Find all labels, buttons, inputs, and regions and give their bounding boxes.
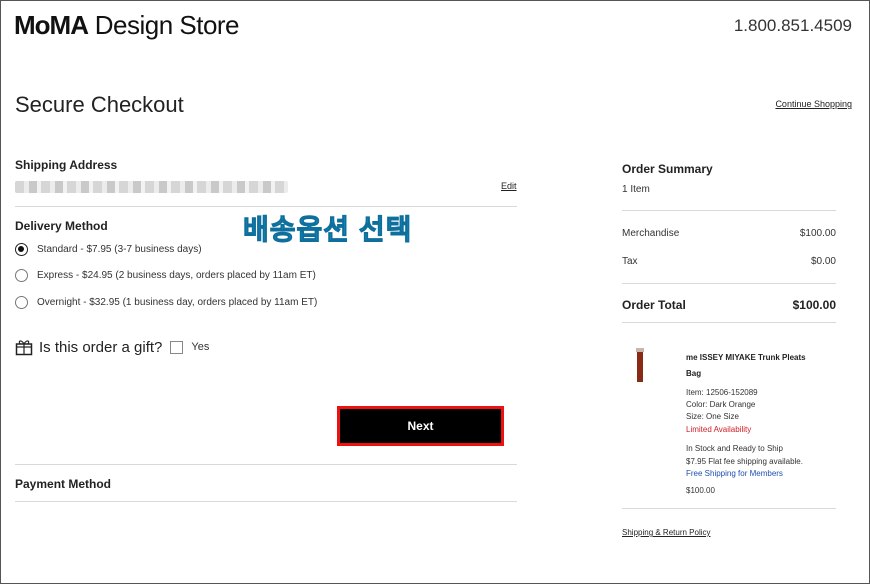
divider — [622, 283, 836, 284]
merchandise-label: Merchandise — [622, 228, 680, 239]
product-item-number: Item: 12506-152089 — [686, 388, 758, 397]
delivery-method-label: Delivery Method — [15, 219, 108, 233]
gift-checkbox-label: Yes — [191, 341, 210, 353]
divider — [622, 322, 836, 323]
gift-icon — [15, 340, 33, 356]
product-price: $100.00 — [686, 486, 715, 495]
gift-checkbox[interactable] — [170, 340, 184, 354]
stock-status: In Stock and Ready to Ship — [686, 444, 783, 453]
page-title: Secure Checkout — [15, 92, 184, 117]
merchandise-row: Merchandise $100.00 — [622, 228, 836, 239]
divider — [15, 206, 517, 207]
member-shipping-link[interactable]: Free Shipping for Members — [686, 469, 783, 478]
edit-address-link[interactable]: Edit — [501, 181, 517, 191]
delivery-annotation: 배송옵션 선택 — [242, 214, 413, 246]
availability-status: Limited Availability — [686, 425, 752, 434]
window-frame — [0, 0, 870, 584]
product-image[interactable] — [636, 348, 644, 382]
order-total-value: $100.00 — [792, 298, 836, 312]
product-name[interactable]: me ISSEY MIYAKE Trunk Pleats Bag — [686, 350, 816, 382]
gift-question: Is this order a gift? — [39, 338, 163, 356]
logo-bold: MoMA — [14, 10, 89, 40]
shipping-return-policy-link[interactable]: Shipping & Return Policy — [622, 528, 711, 537]
delivery-option-label: Overnight - $32.95 (1 business day, orde… — [37, 297, 318, 308]
merchandise-value: $100.00 — [799, 228, 836, 239]
shipping-fee-note: $7.95 Flat fee shipping available. — [686, 457, 803, 466]
product-color: Color: Dark Orange — [686, 400, 756, 409]
order-total-label: Order Total — [622, 298, 686, 312]
delivery-option-label: Standard - $7.95 (3-7 business days) — [37, 244, 202, 255]
divider — [622, 508, 836, 509]
divider — [622, 210, 836, 211]
gift-row: Is this order a gift? Yes — [15, 338, 209, 356]
payment-method-label: Payment Method — [15, 477, 112, 491]
delivery-option-express[interactable]: Express - $24.95 (2 business days, order… — [15, 269, 316, 282]
radio-button[interactable] — [15, 269, 28, 282]
tax-label: Tax — [622, 256, 638, 267]
product-size: Size: One Size — [686, 412, 739, 421]
logo-regular: Design Store — [94, 10, 240, 40]
divider — [15, 501, 517, 502]
item-count: 1 Item — [622, 184, 650, 195]
tax-value: $0.00 — [810, 256, 836, 267]
redacted-address — [15, 181, 288, 193]
continue-shopping-link[interactable]: Continue Shopping — [775, 99, 852, 109]
delivery-option-label: Express - $24.95 (2 business days, order… — [37, 270, 316, 281]
divider — [15, 464, 517, 465]
order-total-row: Order Total $100.00 — [622, 298, 836, 312]
delivery-option-standard[interactable]: Standard - $7.95 (3-7 business days) — [15, 243, 202, 256]
radio-button[interactable] — [15, 243, 28, 256]
next-button[interactable]: Next — [337, 406, 504, 446]
phone-number: 1.800.851.4509 — [733, 16, 852, 35]
tax-row: Tax $0.00 — [622, 256, 836, 267]
shipping-address-label: Shipping Address — [15, 158, 118, 172]
delivery-option-overnight[interactable]: Overnight - $32.95 (1 business day, orde… — [15, 296, 317, 309]
store-logo[interactable]: MoMA Design Store — [14, 10, 240, 41]
order-summary-title: Order Summary — [622, 162, 713, 176]
radio-button[interactable] — [15, 296, 28, 309]
